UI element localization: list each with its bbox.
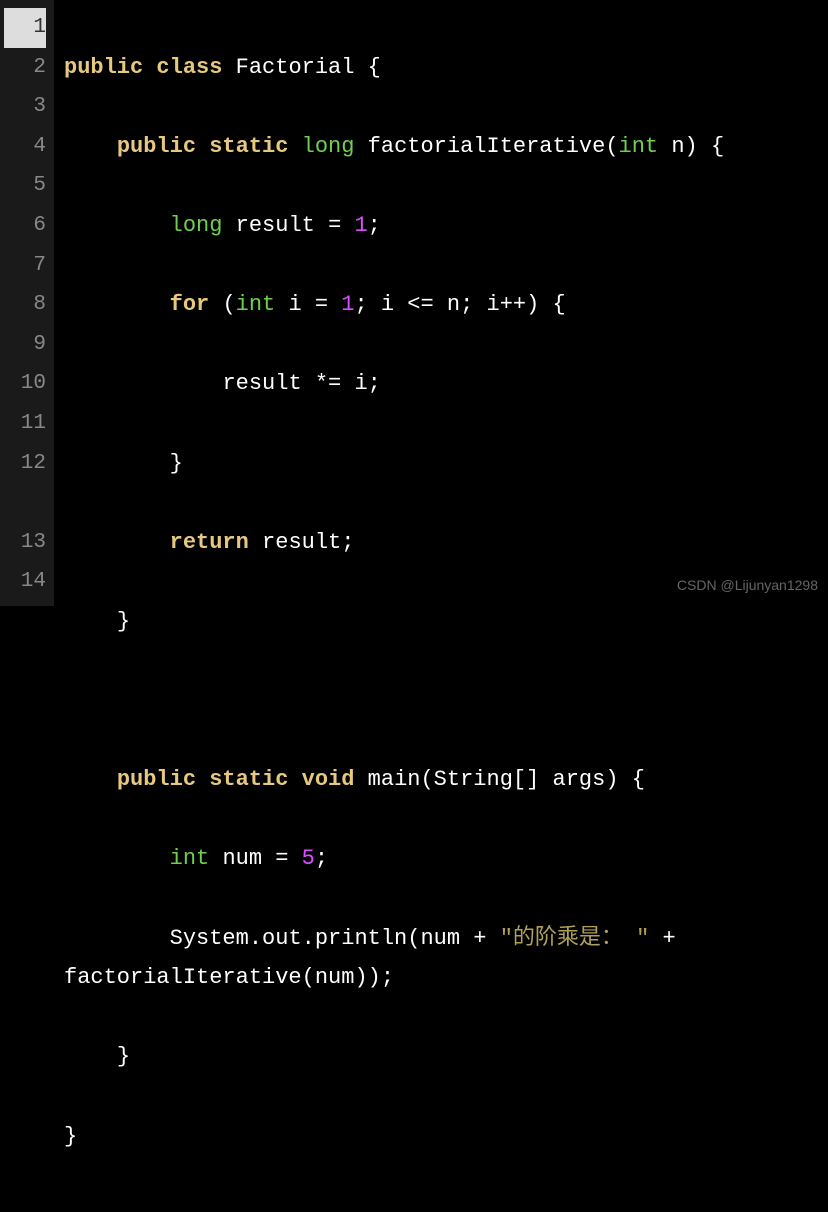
- code-line: long result = 1;: [64, 206, 818, 246]
- brace: }: [117, 609, 130, 634]
- keyword: for: [170, 292, 210, 317]
- call: System.out.println(num +: [170, 926, 487, 951]
- keyword: public: [117, 134, 196, 159]
- brace: }: [170, 451, 183, 476]
- cond: ; i <= n; i++): [354, 292, 539, 317]
- type: int: [170, 846, 210, 871]
- line-number: 4: [4, 127, 46, 167]
- code-editor: 1 2 3 4 5 6 7 8 9 10 11 12 13 14 public …: [0, 0, 828, 606]
- line-number: 6: [4, 206, 46, 246]
- line-number: 5: [4, 166, 46, 206]
- code-line: System.out.println(num + "的阶乘是： " + fact…: [64, 919, 818, 998]
- keyword: static: [209, 134, 288, 159]
- brace: }: [117, 1044, 130, 1069]
- code-line: public static long factorialIterative(in…: [64, 127, 818, 167]
- paren: ): [685, 134, 698, 159]
- code-line: return result;: [64, 523, 818, 563]
- line-number: 1: [4, 8, 46, 48]
- brace: {: [553, 292, 566, 317]
- line-number: 14: [4, 562, 46, 602]
- keyword: static: [209, 767, 288, 792]
- type: int: [236, 292, 276, 317]
- code-line: }: [64, 602, 818, 642]
- code-line: int num = 5;: [64, 839, 818, 879]
- line-number: 9: [4, 325, 46, 365]
- line-number: 13: [4, 523, 46, 563]
- keyword: return: [170, 530, 249, 555]
- number-literal: 1: [354, 213, 367, 238]
- code-line: for (int i = 1; i <= n; i++) {: [64, 285, 818, 325]
- semi: ;: [368, 213, 381, 238]
- number-literal: 1: [341, 292, 354, 317]
- type: int: [619, 134, 659, 159]
- code-area: public class Factorial { public static l…: [54, 0, 828, 606]
- class-name: Factorial: [236, 55, 355, 80]
- semi: ;: [341, 530, 354, 555]
- code-line: public class Factorial {: [64, 48, 818, 88]
- type: long: [170, 213, 223, 238]
- method-name: main: [368, 767, 421, 792]
- line-number: 10: [4, 364, 46, 404]
- watermark: CSDN @Lijunyan1298: [677, 573, 818, 598]
- line-number: 8: [4, 285, 46, 325]
- code-line: }: [64, 444, 818, 484]
- brace: {: [711, 134, 724, 159]
- method-name: factorialIterative: [368, 134, 606, 159]
- init: i =: [288, 292, 328, 317]
- var: num: [222, 846, 262, 871]
- code-line: }: [64, 1117, 818, 1157]
- line-number: 7: [4, 246, 46, 286]
- line-number: 3: [4, 87, 46, 127]
- line-number: 12: [4, 444, 46, 523]
- keyword: class: [156, 55, 222, 80]
- number-literal: 5: [302, 846, 315, 871]
- line-number: 11: [4, 404, 46, 444]
- op: =: [275, 846, 288, 871]
- code-line: [64, 681, 818, 721]
- line-number: 2: [4, 48, 46, 88]
- keyword: public: [117, 767, 196, 792]
- stmt: result *= i;: [222, 371, 380, 396]
- brace: }: [64, 1124, 77, 1149]
- args: (String[] args): [420, 767, 618, 792]
- code-line: }: [64, 1037, 818, 1077]
- brace: {: [368, 55, 381, 80]
- keyword: public: [64, 55, 143, 80]
- code-line: result *= i;: [64, 364, 818, 404]
- keyword: void: [302, 767, 355, 792]
- paren: (: [222, 292, 235, 317]
- param: n: [671, 134, 684, 159]
- var: result: [236, 213, 315, 238]
- semi: ;: [315, 846, 328, 871]
- op: =: [328, 213, 341, 238]
- code-line: public static void main(String[] args) {: [64, 760, 818, 800]
- type: long: [302, 134, 355, 159]
- paren: (: [605, 134, 618, 159]
- var: result: [262, 530, 341, 555]
- line-number-gutter: 1 2 3 4 5 6 7 8 9 10 11 12 13 14: [0, 0, 54, 606]
- string-literal: "的阶乘是： ": [500, 926, 650, 951]
- brace: {: [632, 767, 645, 792]
